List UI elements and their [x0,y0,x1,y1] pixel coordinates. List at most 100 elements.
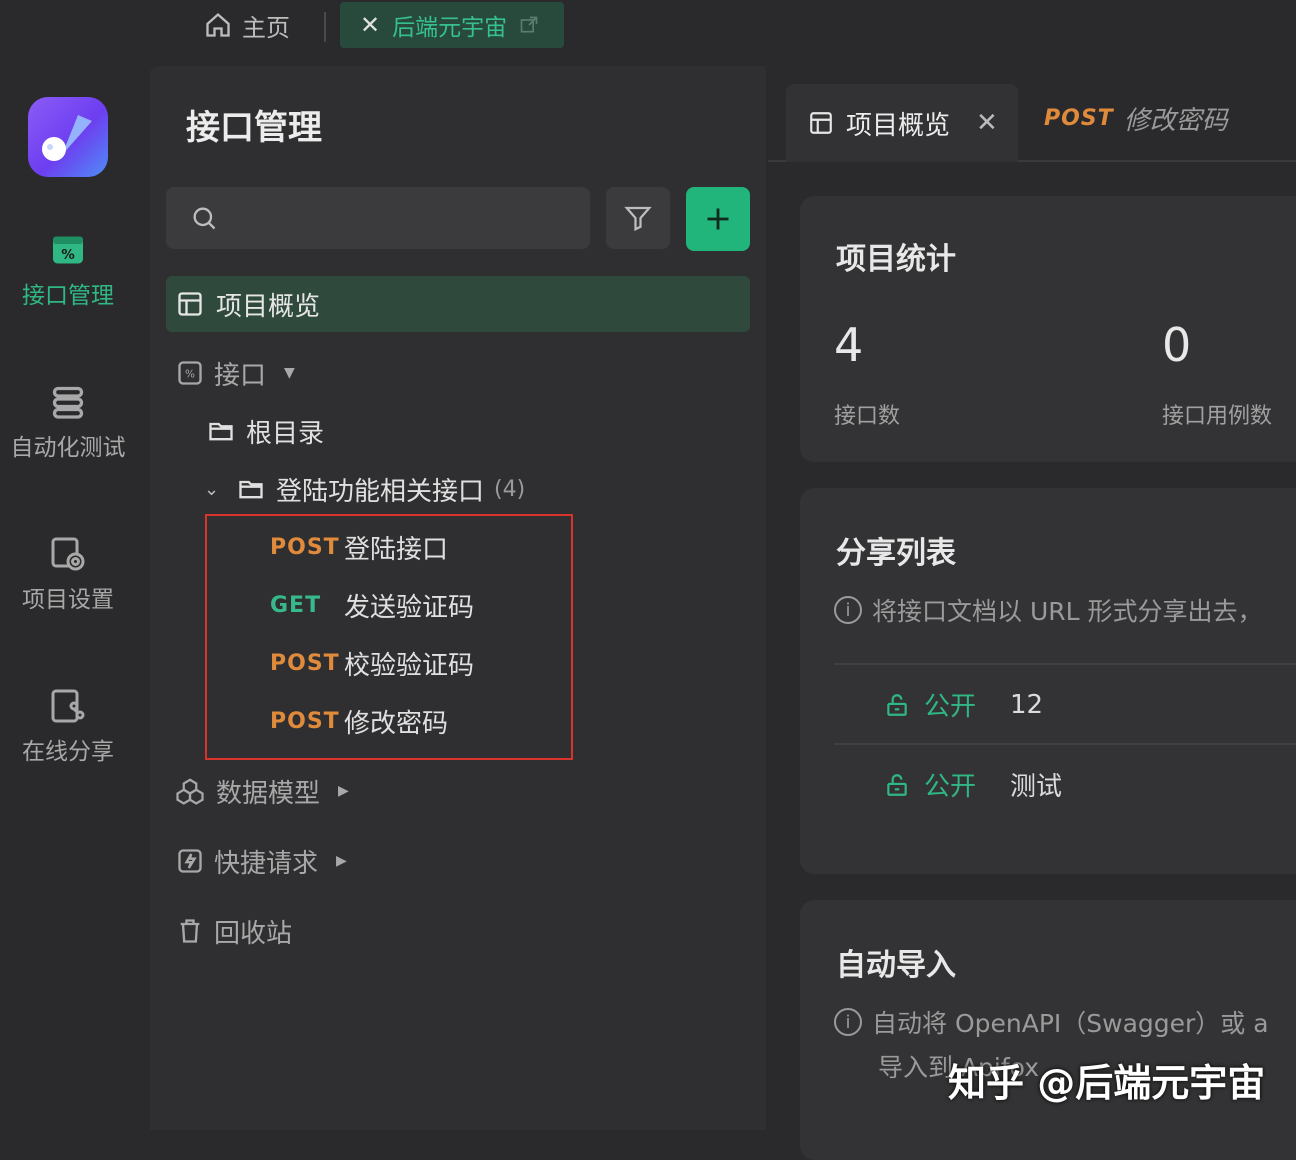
app-logo[interactable] [28,97,108,177]
sidebar-item-quick-request[interactable]: 快捷请求 ▶ [176,839,347,883]
method-badge: POST [270,534,340,560]
info-icon: i [834,1008,862,1036]
rail-item-online-share[interactable]: 在线分享 [0,688,136,766]
case-count-label: 接口用例数 [1162,404,1273,429]
api-icon: % [53,236,83,264]
caret-right-icon[interactable]: ▶ [336,853,347,869]
share-info: i 将接口文档以 URL 形式分享出去， [834,592,1263,628]
rail-label: 接口管理 [22,283,114,309]
root-label: 根目录 [246,418,325,449]
close-icon[interactable]: ✕ [976,108,998,138]
external-link-icon[interactable] [519,15,539,35]
share-card: 分享列表 i 将接口文档以 URL 形式分享出去， 公开 12 公开 测试 [800,488,1296,874]
caret-right-icon[interactable]: ▶ [338,783,349,799]
api-item-send-code[interactable]: GET 发送验证码 [270,583,474,627]
rail-item-automation-test[interactable]: 自动化测试 [0,384,136,462]
folder-open-icon [239,480,263,499]
method-badge: POST [1044,106,1114,131]
layout-icon [178,292,202,316]
tree-item-root[interactable]: 根目录 [206,409,324,453]
import-card: 自动导入 i 自动将 OpenAPI（Swagger）或 a 导入到 Apifo… [800,900,1296,1160]
sidebar-title: 接口管理 [186,108,322,148]
api-item-change-password[interactable]: POST 修改密码 [270,699,448,743]
share-name: 12 [1010,689,1044,720]
tab-overview[interactable]: 项目概览 ✕ [786,84,1018,162]
share-row[interactable]: 公开 测试 [884,766,1062,803]
tab-label: 修改密码 [1123,106,1228,136]
api-item-verify-code[interactable]: POST 校验验证码 [270,641,474,685]
sidebar-item-overview[interactable]: 项目概览 [166,276,750,332]
close-icon[interactable]: ✕ [360,11,380,39]
search-input[interactable] [228,205,572,231]
project-tab-label: 后端元宇宙 [392,15,508,41]
share-title: 分享列表 [836,536,956,571]
unlock-icon [887,773,907,796]
home-tab[interactable]: 主页 [204,8,290,42]
top-bar [0,0,1296,66]
share-status: 公开 [924,772,977,802]
method-badge: GET [270,592,322,618]
home-label: 主页 [242,13,290,42]
unlock-icon [887,693,907,716]
api-item-login[interactable]: POST 登陆接口 [270,525,448,569]
rail-item-project-settings[interactable]: 项目设置 [0,536,136,614]
rail-item-api-management[interactable]: % 接口管理 [0,232,136,310]
api-name: 登陆接口 [344,534,449,565]
layout-icon [810,112,832,134]
api-group-icon: % [178,361,202,385]
search-box[interactable] [166,187,590,249]
filter-button[interactable] [606,187,670,249]
import-info: i 自动将 OpenAPI（Swagger）或 a [834,1004,1269,1040]
sidebar-item-data-models[interactable]: 数据模型 ▶ [174,769,349,813]
sidebar-item-trash[interactable]: 回收站 [176,909,292,953]
top-separator [324,12,326,42]
svg-text:%: % [61,247,75,263]
stats-title: 项目统计 [836,242,956,277]
folder-label: 登陆功能相关接口 [276,476,485,507]
lightning-icon [178,849,202,873]
search-icon [193,207,216,230]
import-title: 自动导入 [836,948,956,983]
case-count-value: 0 [1162,318,1192,372]
trash-icon [180,919,200,943]
tab-change-password[interactable]: POST 修改密码 [1044,100,1228,137]
info-icon: i [834,596,862,624]
rail-label: 项目设置 [22,587,114,613]
import-info-line1: 自动将 OpenAPI（Swagger）或 a [872,1009,1269,1038]
divider [834,663,1296,665]
svg-text:%: % [185,369,195,381]
home-icon [206,12,230,37]
stats-card: 项目统计 4 接口数 0 接口用例数 [800,196,1296,462]
overview-label: 项目概览 [216,291,321,322]
rail-label: 自动化测试 [10,435,126,461]
caret-down-icon[interactable]: ▼ [284,365,295,381]
tab-label: 项目概览 [846,110,951,141]
api-name: 发送验证码 [344,592,475,623]
share-icon [51,689,85,723]
watermark: 知乎 @后端元宇宙 [948,1061,1266,1105]
api-name: 修改密码 [344,708,449,739]
rail-label: 在线分享 [22,739,114,765]
divider [834,743,1296,745]
api-name: 校验验证码 [344,650,475,681]
filter-icon [624,206,652,232]
cubes-icon [176,778,204,805]
api-count-value: 4 [834,318,864,372]
quick-request-label: 快捷请求 [214,848,319,879]
trash-label: 回收站 [214,918,293,949]
share-row[interactable]: 公开 12 [884,686,1043,723]
tree-item-login-folder[interactable]: ⌄ 登陆功能相关接口 (4) [204,467,525,511]
test-icon [52,386,84,419]
sidebar-item-api-group[interactable]: % 接口 ▼ [176,351,295,395]
add-button[interactable] [686,187,750,251]
share-name: 测试 [1010,772,1063,802]
folder-count: (4) [494,476,526,502]
api-group-label: 接口 [214,360,267,391]
data-models-label: 数据模型 [216,778,321,809]
api-count-label: 接口数 [834,404,901,429]
share-info-text: 将接口文档以 URL 形式分享出去， [872,597,1263,626]
share-status: 公开 [924,692,977,722]
settings-icon [51,537,85,571]
project-tab[interactable]: ✕ 后端元宇宙 [340,2,564,48]
chevron-down-icon[interactable]: ⌄ [204,479,226,500]
